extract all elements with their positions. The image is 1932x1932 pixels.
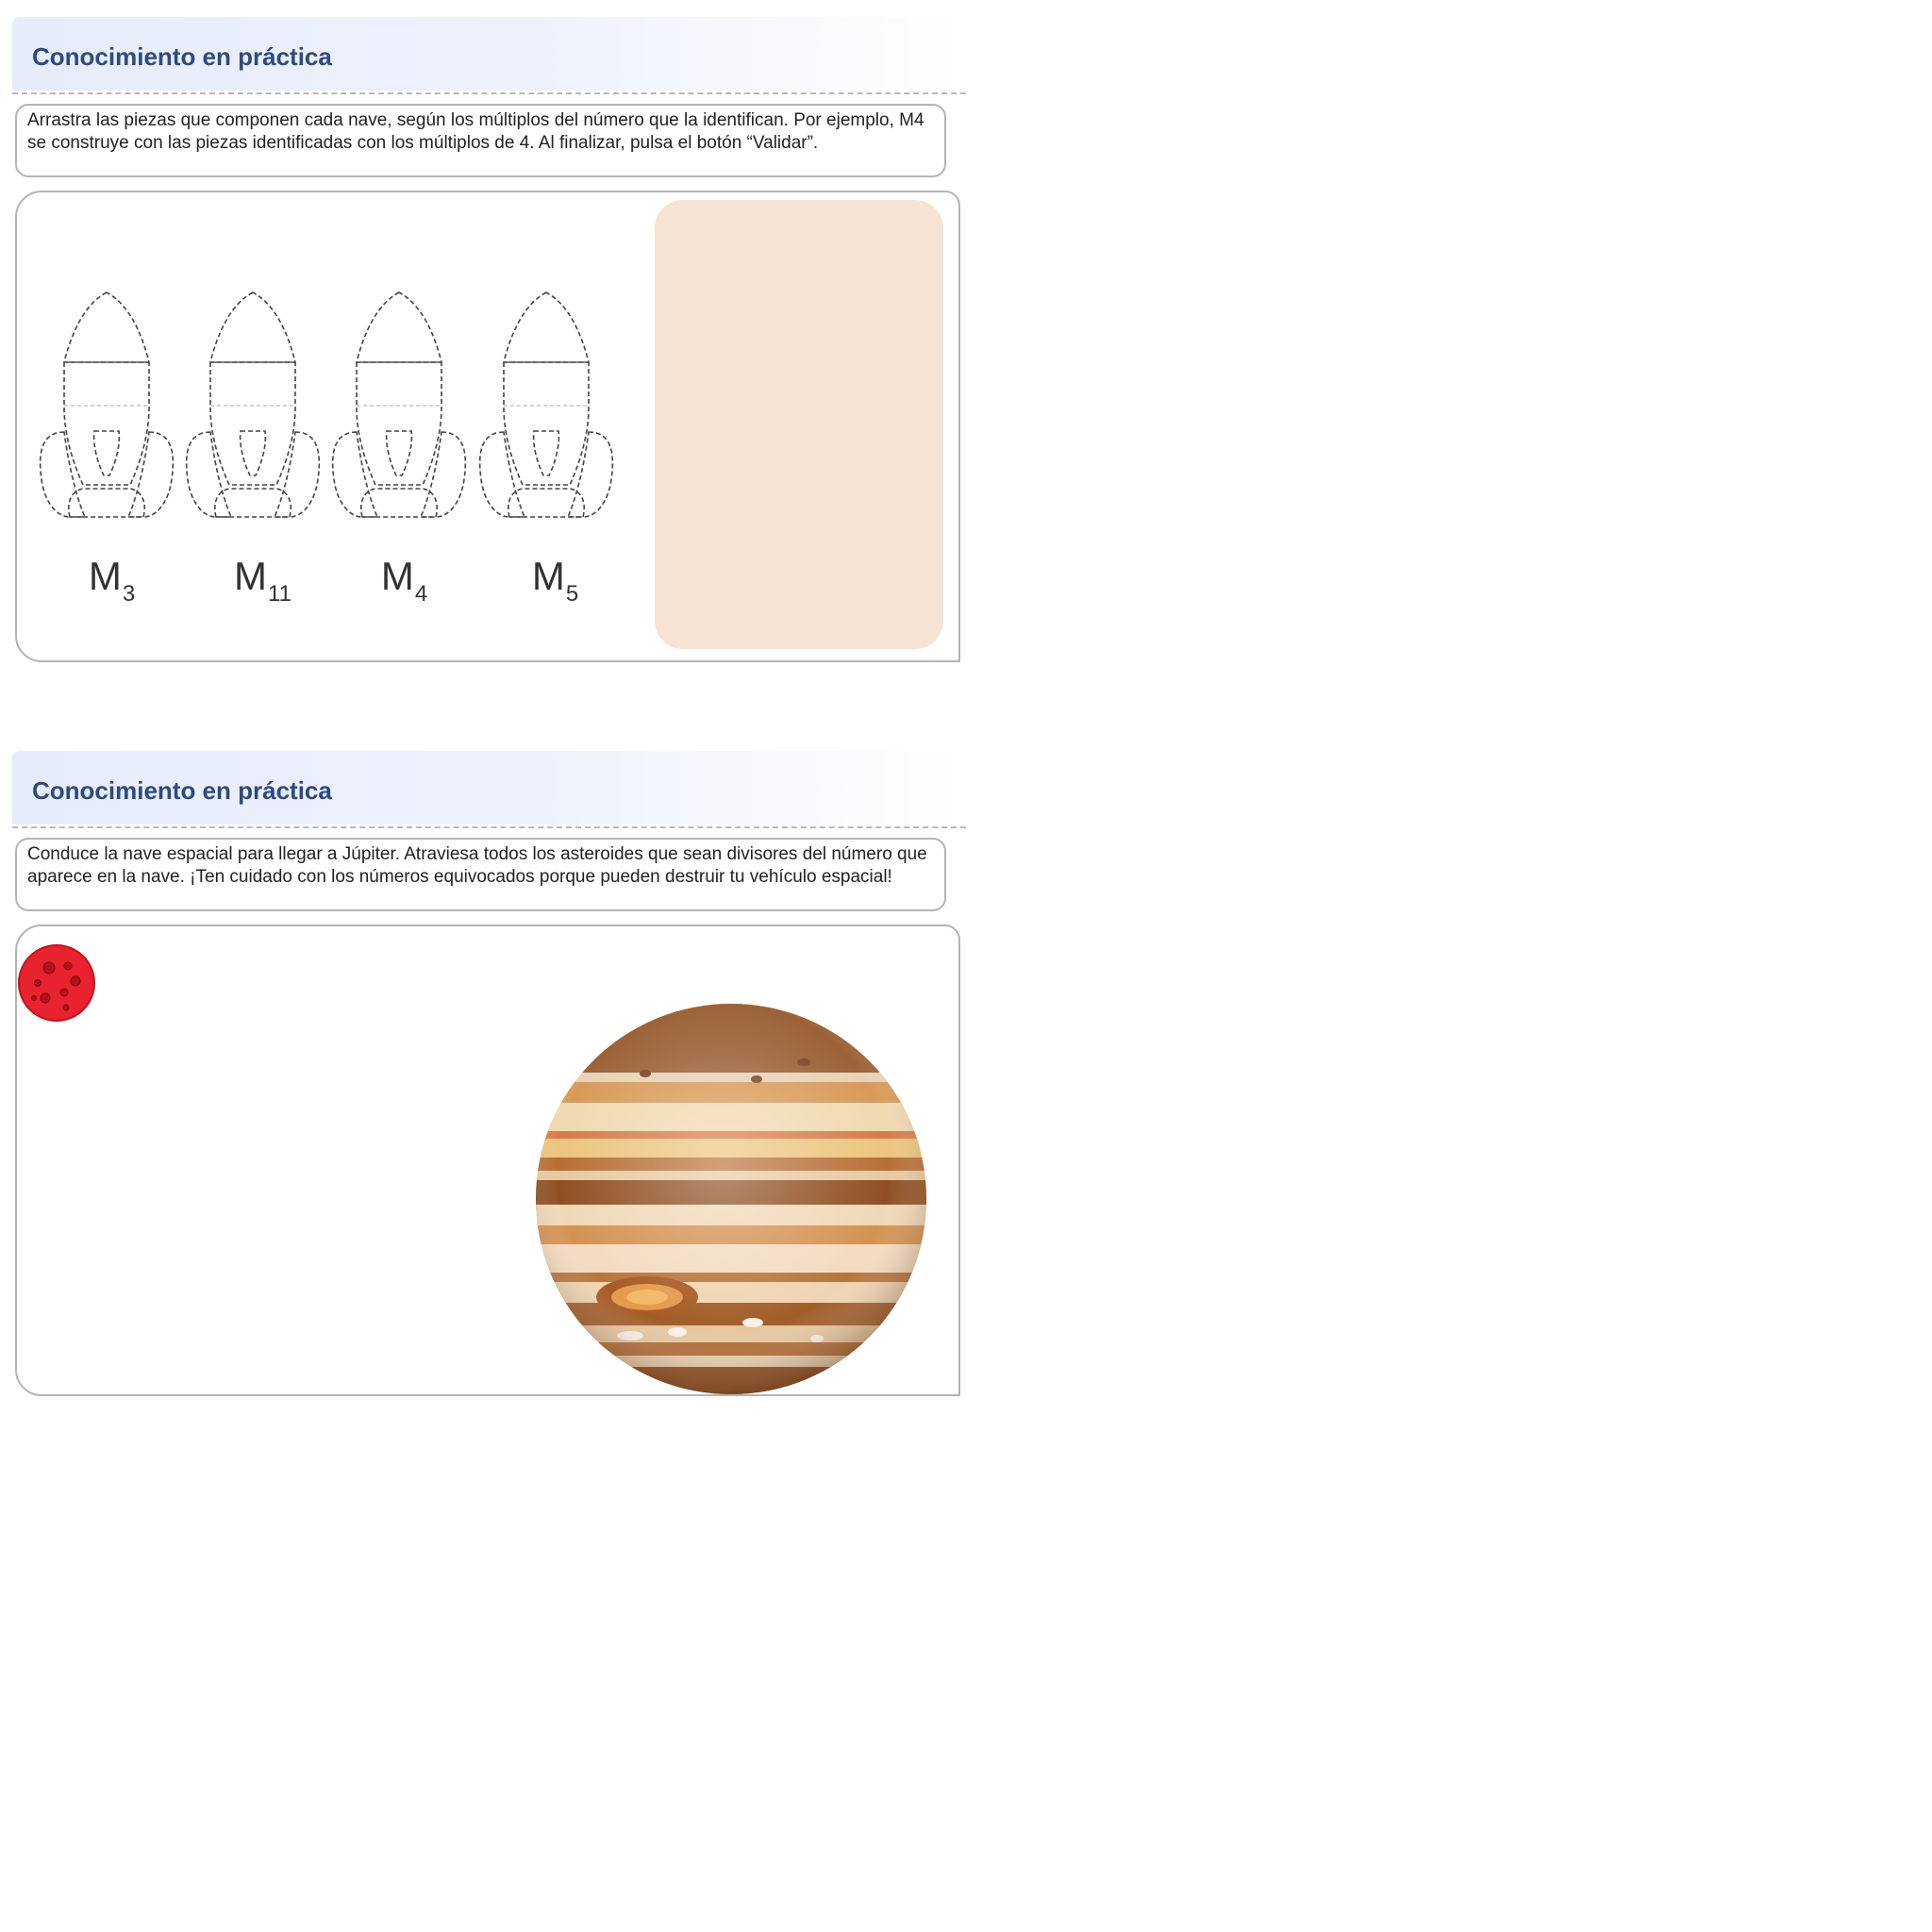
rocket-label-m5: M5 <box>508 554 602 607</box>
activity-panel: M3 M11 M4 M5 <box>15 191 960 662</box>
activity-header: Conocimiento en práctica <box>12 17 962 91</box>
header-divider <box>12 826 966 828</box>
rocket-label-subscript: 5 <box>565 581 579 607</box>
rocket-outline-icon <box>328 285 470 523</box>
instructions-box: Conduce la nave espacial para llegar a J… <box>15 838 946 911</box>
activity-jupiter-game: Conocimiento en práctica Conduce la nave… <box>0 751 972 1430</box>
rocket-label-letter: M <box>380 554 414 598</box>
rocket-outline-icon <box>182 285 324 523</box>
rocket-label-m3: M3 <box>64 554 158 607</box>
header-divider <box>12 92 966 94</box>
rocket-drop-target-m5[interactable] <box>475 285 617 523</box>
pieces-tray[interactable] <box>655 200 943 649</box>
activity-multiples-rockets: Conocimiento en práctica Arrastra las pi… <box>0 17 972 696</box>
rocket-drop-target-m3[interactable] <box>36 285 177 523</box>
instructions-box: Arrastra las piezas que componen cada na… <box>15 104 946 177</box>
activity-title: Conocimiento en práctica <box>32 776 332 805</box>
rocket-label-letter: M <box>234 554 268 598</box>
rocket-label-subscript: 4 <box>414 581 428 607</box>
rocket-label-subscript: 3 <box>122 581 136 607</box>
rocket-label-letter: M <box>88 554 122 598</box>
activity-header: Conocimiento en práctica <box>12 751 962 824</box>
rocket-label-m4: M4 <box>357 554 451 607</box>
game-panel[interactable] <box>15 924 960 1396</box>
rocket-label-subscript: 11 <box>268 581 291 607</box>
rocket-outline-icon <box>475 285 617 523</box>
rocket-label-letter: M <box>531 554 565 598</box>
rocket-drop-target-m4[interactable] <box>328 285 470 523</box>
rocket-outline-icon <box>36 285 177 523</box>
jupiter-icon <box>534 1002 928 1394</box>
activity-title: Conocimiento en práctica <box>32 42 332 71</box>
red-asteroid-icon[interactable] <box>17 943 96 1023</box>
rocket-label-m11: M11 <box>215 554 309 607</box>
rocket-drop-target-m11[interactable] <box>182 285 324 523</box>
